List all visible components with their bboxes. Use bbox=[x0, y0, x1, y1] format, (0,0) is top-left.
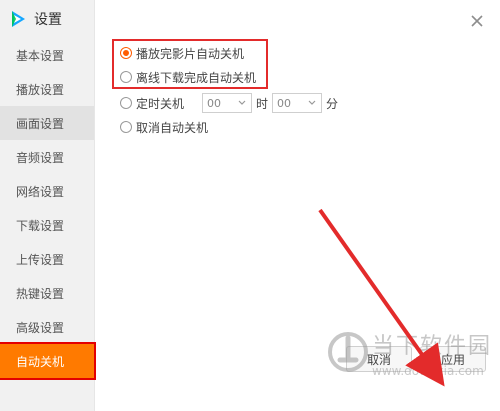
sidebar-item-advanced[interactable]: 高级设置 bbox=[0, 310, 94, 344]
option-after-video-label: 播放完影片自动关机 bbox=[136, 46, 245, 61]
timed-shutdown-controls: 00 时 00 分 bbox=[202, 93, 342, 113]
sidebar-item-network[interactable]: 网络设置 bbox=[0, 174, 94, 208]
settings-window: 设置 基本设置 播放设置 画面设置 音频设置 网络设置 下载设置 上传设置 热键… bbox=[0, 0, 500, 411]
close-icon bbox=[471, 15, 483, 27]
hour-value: 00 bbox=[207, 96, 221, 110]
minute-unit: 分 bbox=[326, 96, 339, 111]
watermark-url: www.downxia.com bbox=[372, 364, 484, 378]
radio-timed-shutdown[interactable] bbox=[120, 97, 132, 109]
sidebar-item-label: 下载设置 bbox=[16, 218, 65, 233]
option-cancel-shutdown[interactable]: 取消自动关机 bbox=[120, 118, 208, 136]
radio-cancel-shutdown[interactable] bbox=[120, 121, 132, 133]
watermark: 当下软件园 www.downxia.com bbox=[322, 324, 498, 394]
sidebar-item-auto-shutdown[interactable]: 自动关机 bbox=[0, 342, 96, 380]
minute-value: 00 bbox=[277, 96, 292, 110]
sidebar-item-label: 音频设置 bbox=[16, 150, 65, 165]
sidebar-item-hotkeys[interactable]: 热键设置 bbox=[0, 276, 94, 310]
chevron-down-icon bbox=[308, 100, 316, 105]
option-after-download[interactable]: 离线下载完成自动关机 bbox=[120, 68, 256, 86]
option-timed-shutdown[interactable]: 定时关机 bbox=[120, 94, 184, 112]
sidebar-item-label: 高级设置 bbox=[16, 320, 65, 335]
tencent-video-logo-icon bbox=[12, 11, 25, 27]
sidebar-nav: 基本设置 播放设置 画面设置 音频设置 网络设置 下载设置 上传设置 热键设置 … bbox=[0, 38, 96, 380]
minute-select[interactable]: 00 bbox=[272, 93, 323, 113]
sidebar-item-label: 自动关机 bbox=[16, 354, 65, 369]
sidebar-item-label: 热键设置 bbox=[16, 286, 65, 301]
sidebar-item-label: 上传设置 bbox=[16, 252, 65, 267]
sidebar-item-label: 网络设置 bbox=[16, 184, 65, 199]
settings-sidebar: 设置 基本设置 播放设置 画面设置 音频设置 网络设置 下载设置 上传设置 热键… bbox=[0, 0, 96, 411]
option-cancel-shutdown-label: 取消自动关机 bbox=[136, 120, 209, 135]
radio-after-download[interactable] bbox=[120, 71, 132, 83]
sidebar-item-picture[interactable]: 画面设置 bbox=[0, 106, 94, 140]
close-button[interactable] bbox=[468, 12, 486, 30]
sidebar-item-download[interactable]: 下载设置 bbox=[0, 208, 94, 242]
watermark-logo-icon bbox=[328, 332, 368, 372]
sidebar-item-playback[interactable]: 播放设置 bbox=[0, 72, 94, 106]
sidebar-item-upload[interactable]: 上传设置 bbox=[0, 242, 94, 276]
hour-select[interactable]: 00 bbox=[202, 93, 252, 113]
sidebar-item-basic[interactable]: 基本设置 bbox=[0, 38, 94, 72]
radio-after-video[interactable] bbox=[120, 47, 132, 59]
chevron-down-icon bbox=[238, 100, 246, 105]
sidebar-item-audio[interactable]: 音频设置 bbox=[0, 140, 94, 174]
window-title: 设置 bbox=[8, 8, 62, 30]
sidebar-item-label: 播放设置 bbox=[16, 82, 65, 97]
option-after-video[interactable]: 播放完影片自动关机 bbox=[120, 44, 244, 62]
hour-unit: 时 bbox=[256, 96, 269, 111]
sidebar-item-label: 基本设置 bbox=[16, 48, 65, 63]
sidebar-item-label: 画面设置 bbox=[16, 116, 65, 131]
window-title-text: 设置 bbox=[34, 12, 62, 28]
option-after-download-label: 离线下载完成自动关机 bbox=[136, 70, 257, 85]
option-timed-shutdown-label: 定时关机 bbox=[136, 96, 185, 111]
watermark-title: 当下软件园 bbox=[372, 334, 493, 359]
